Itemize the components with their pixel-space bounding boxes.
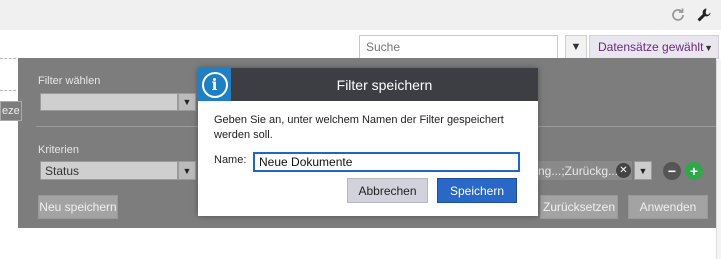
dialog-header: i Filter speichern bbox=[198, 68, 538, 101]
apply-button[interactable]: Anwenden bbox=[628, 195, 708, 219]
top-bar bbox=[0, 0, 721, 30]
clear-icon[interactable]: ✕ bbox=[616, 163, 631, 178]
criteria-dropdown[interactable]: Status bbox=[40, 161, 178, 180]
select-filter-dropdown[interactable] bbox=[40, 93, 178, 111]
divider bbox=[0, 58, 16, 59]
save-filter-dialog: i Filter speichern Geben Sie an, unter w… bbox=[198, 68, 538, 216]
chevron-down-icon: ▼ bbox=[704, 43, 713, 53]
chevron-down-icon[interactable]: ▼ bbox=[634, 161, 652, 180]
cancel-button[interactable]: Abbrechen bbox=[347, 178, 428, 203]
divider bbox=[0, 90, 16, 91]
select-filter-label: Filter wählen bbox=[38, 75, 101, 87]
remove-criterion-button[interactable]: − bbox=[663, 162, 681, 180]
scrollbar[interactable] bbox=[716, 60, 721, 259]
dialog-message: Geben Sie an, unter welchem Namen der Fi… bbox=[214, 114, 504, 141]
dialog-title: Filter speichern bbox=[336, 76, 433, 93]
save-new-button[interactable]: Neu speichern bbox=[38, 195, 118, 219]
save-button[interactable]: Speichern bbox=[437, 178, 517, 203]
records-selected-dropdown[interactable]: Datensätze gewählt ▼ bbox=[589, 35, 719, 59]
refresh-icon[interactable] bbox=[669, 6, 687, 24]
records-selected-label: Datensätze gewählt bbox=[598, 40, 704, 54]
minus-icon: − bbox=[667, 163, 677, 179]
tab-partial[interactable]: eze bbox=[0, 101, 22, 121]
add-criterion-button[interactable]: + bbox=[685, 162, 703, 180]
wrench-icon[interactable] bbox=[695, 6, 713, 24]
chevron-down-icon[interactable]: ▼ bbox=[178, 161, 196, 180]
filter-name-input[interactable] bbox=[253, 152, 520, 172]
search-input[interactable] bbox=[359, 35, 558, 59]
criteria-label: Kriterien bbox=[38, 144, 79, 156]
name-label: Name: bbox=[214, 154, 247, 166]
filter-toggle-button[interactable]: ▼ bbox=[565, 35, 587, 59]
plus-icon: + bbox=[689, 163, 699, 179]
caret-down-icon: ▼ bbox=[570, 41, 582, 53]
chevron-down-icon[interactable]: ▼ bbox=[178, 93, 196, 111]
info-icon: i bbox=[201, 71, 228, 98]
reset-button[interactable]: Zurücksetzen bbox=[540, 195, 618, 219]
info-badge: i bbox=[198, 68, 231, 101]
